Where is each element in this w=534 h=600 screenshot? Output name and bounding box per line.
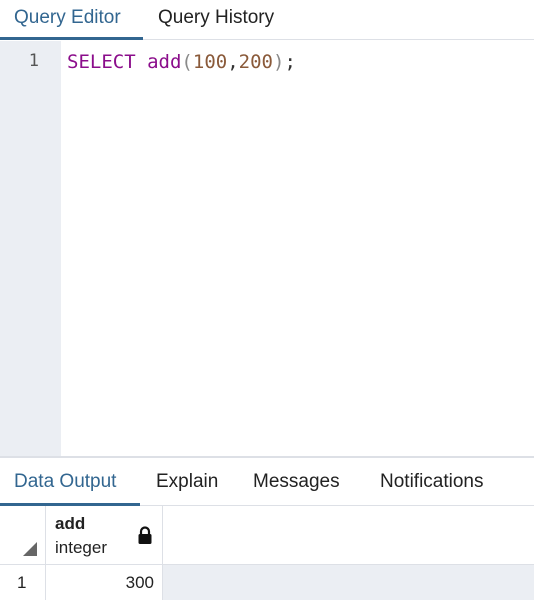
code-line[interactable]: SELECT add(100,200); <box>67 51 296 73</box>
sql-function-name: add <box>147 51 182 73</box>
tab-query-editor[interactable]: Query Editor <box>0 0 143 40</box>
tab-explain[interactable]: Explain <box>156 458 218 506</box>
tab-notifications[interactable]: Notifications <box>380 458 484 506</box>
tab-messages[interactable]: Messages <box>253 458 340 506</box>
editor-tab-bar: Query Editor Query History <box>0 0 534 40</box>
output-tab-bar: Data Output Explain Messages Notificatio… <box>0 456 534 506</box>
sql-editor[interactable]: 1 SELECT add(100,200); <box>0 41 534 456</box>
column-name: add <box>55 514 86 533</box>
row-number[interactable]: 1 <box>0 565 46 600</box>
result-cell[interactable]: 300 <box>46 565 163 600</box>
select-all-triangle-icon <box>23 542 37 556</box>
lock-icon <box>138 526 152 544</box>
sql-keyword: SELECT <box>67 51 136 73</box>
results-grid: add integer 1 300 <box>0 506 534 600</box>
paren-close: ) <box>272 51 285 73</box>
select-all-corner[interactable] <box>0 506 46 565</box>
comma: , <box>227 51 239 73</box>
paren-open: ( <box>181 51 193 73</box>
tab-query-history[interactable]: Query History <box>143 0 274 40</box>
row-filler <box>163 565 534 600</box>
sql-argument-2: 200 <box>238 51 273 73</box>
column-header[interactable]: add integer <box>46 506 163 565</box>
tab-data-output[interactable]: Data Output <box>0 458 140 506</box>
line-gutter: 1 <box>0 41 61 456</box>
semicolon: ; <box>284 51 296 73</box>
header-filler <box>163 506 534 565</box>
sql-argument-1: 100 <box>192 51 228 73</box>
column-type: integer <box>55 538 107 557</box>
line-number: 1 <box>28 51 39 71</box>
